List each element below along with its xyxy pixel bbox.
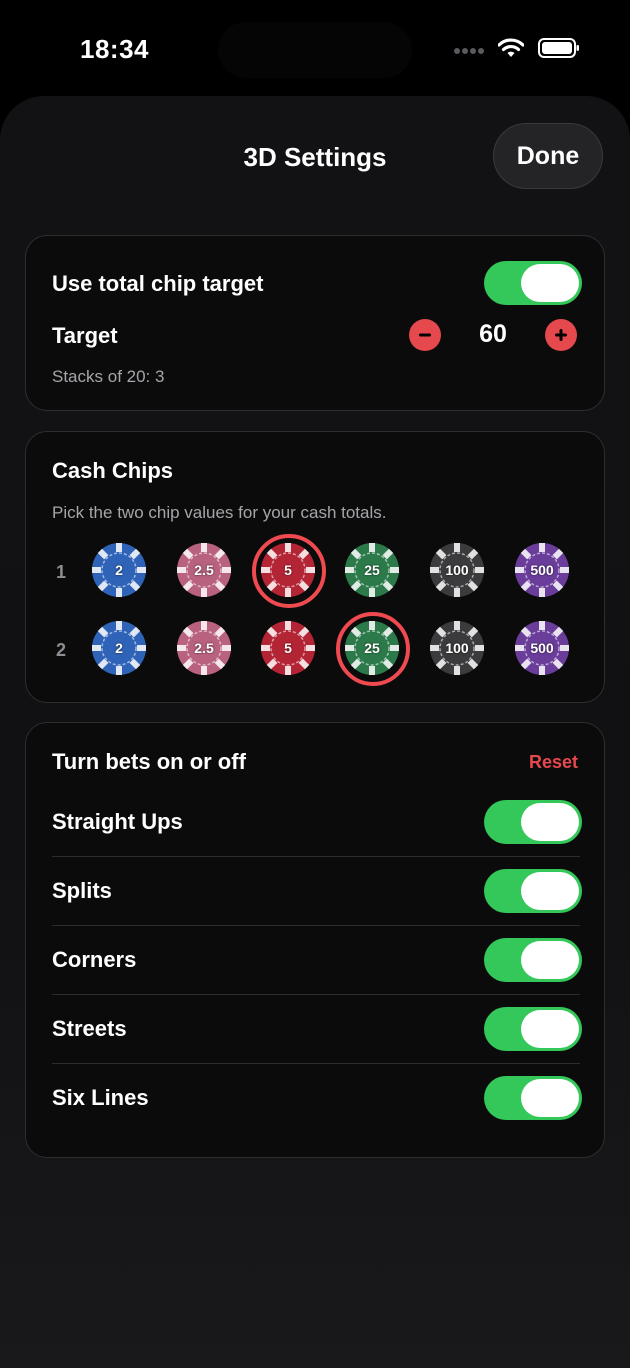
chip-value-label: 100: [445, 640, 469, 656]
bet-label-six-lines: Six Lines: [52, 1085, 149, 1110]
toggle-splits[interactable]: [484, 869, 582, 913]
divider: [52, 925, 580, 926]
chip-value-label: 2: [115, 640, 123, 656]
toggle-knob: [521, 1079, 579, 1117]
divider: [52, 856, 580, 857]
increment-button[interactable]: [545, 319, 577, 351]
bets-title: Turn bets on or off: [52, 749, 246, 774]
bets-card: Turn bets on or off Reset Straight Ups S…: [25, 722, 605, 1158]
chip-500-row-1[interactable]: 500: [514, 542, 570, 598]
divider: [52, 1063, 580, 1064]
status-icons: [454, 38, 580, 63]
chip-2-row-1[interactable]: 2: [91, 542, 147, 598]
decrement-button[interactable]: [409, 319, 441, 351]
done-button[interactable]: Done: [493, 123, 603, 189]
chip-5-row-2[interactable]: 5: [260, 620, 316, 676]
target-label: Target: [52, 323, 118, 348]
chip-row-label: 1: [56, 562, 67, 582]
chip-value-label: 5: [284, 562, 292, 578]
status-bar: 18:34: [0, 0, 630, 100]
chip-2-5-row-2[interactable]: 2.5: [176, 620, 232, 676]
chip-value-label: 100: [445, 562, 469, 578]
chip-25-row-2[interactable]: 25: [336, 612, 410, 686]
chip-25-row-1[interactable]: 25: [344, 542, 400, 598]
chip-value-label: 500: [530, 640, 554, 656]
cellular-signal-icon: [454, 42, 484, 60]
toggle-knob: [521, 803, 579, 841]
reset-button[interactable]: Reset: [529, 752, 578, 773]
wifi-icon: [497, 38, 525, 63]
plus-icon: [555, 329, 567, 341]
target-value: 60: [479, 320, 507, 348]
stacks-text: Stacks of 20: 3: [52, 367, 165, 386]
toggle-knob: [521, 872, 579, 910]
chip-5-row-1[interactable]: 5: [252, 534, 326, 608]
chip-value-label: 2.5: [194, 640, 214, 656]
chip-value-label: 500: [530, 562, 554, 578]
toggle-knob: [521, 941, 579, 979]
chip-value-label: 25: [364, 640, 380, 656]
chip-value-label: 2: [115, 562, 123, 578]
toggle-knob: [521, 1010, 579, 1048]
bet-label-corners: Corners: [52, 947, 137, 972]
cash-chips-subtitle: Pick the two chip values for your cash t…: [52, 503, 387, 522]
chip-2-row-2[interactable]: 2: [91, 620, 147, 676]
toggle-six-lines[interactable]: [484, 1076, 582, 1120]
dynamic-island: [218, 22, 412, 78]
bet-label-straight-ups: Straight Ups: [52, 809, 183, 834]
status-time: 18:34: [80, 34, 149, 64]
use-total-label: Use total chip target: [52, 271, 264, 296]
cash-chips-title: Cash Chips: [52, 458, 174, 483]
chip-value-label: 25: [364, 562, 380, 578]
chip-value-label: 5: [284, 640, 292, 656]
toggle-straight-ups[interactable]: [484, 800, 582, 844]
minus-icon: [419, 333, 431, 337]
chip-row-label: 2: [56, 640, 67, 660]
chip-500-row-2[interactable]: 500: [514, 620, 570, 676]
chip-100-row-2[interactable]: 100: [429, 620, 485, 676]
bet-label-streets: Streets: [52, 1016, 127, 1041]
divider: [52, 994, 580, 995]
battery-icon: [538, 38, 580, 63]
bet-label-splits: Splits: [52, 878, 112, 903]
toggle-streets[interactable]: [484, 1007, 582, 1051]
chip-value-label: 2.5: [194, 562, 214, 578]
toggle-corners[interactable]: [484, 938, 582, 982]
chip-2-5-row-1[interactable]: 2.5: [176, 542, 232, 598]
toggle-knob: [521, 264, 579, 302]
chip-100-row-1[interactable]: 100: [429, 542, 485, 598]
use-total-toggle[interactable]: [484, 261, 582, 305]
